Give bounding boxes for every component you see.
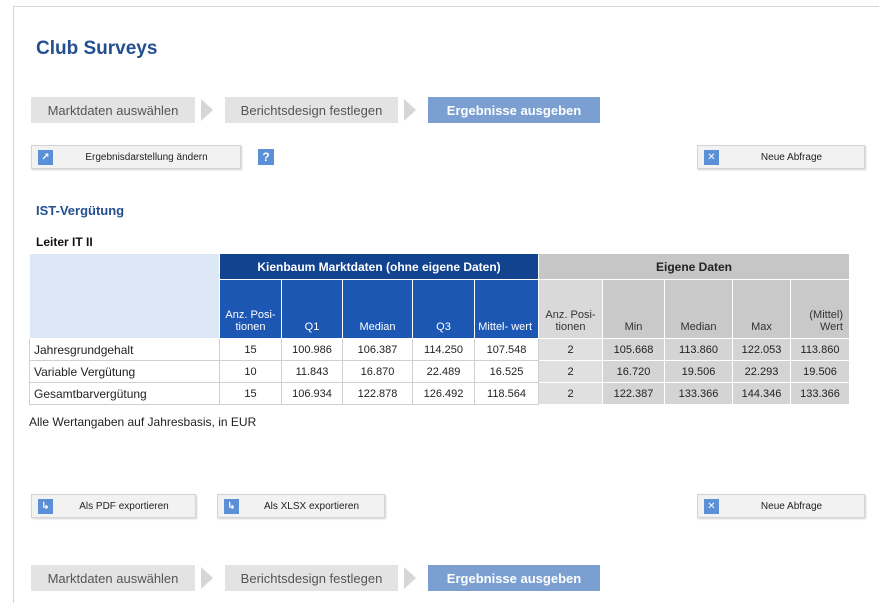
cell-value: 15 [219, 338, 282, 361]
cell-value: 106.387 [342, 338, 413, 361]
row-label: Variable Vergütung [29, 360, 220, 383]
cell-value: 2 [538, 360, 603, 383]
table-row: Variable Vergütung 10 11.843 16.870 22.4… [29, 360, 850, 383]
col-market-q1: Q1 [281, 279, 343, 339]
cell-value: 2 [538, 338, 603, 361]
row-label: Jahresgrundgehalt [29, 338, 220, 361]
results-table: Kienbaum Marktdaten (ohne eigene Daten) … [29, 253, 850, 405]
help-icon[interactable]: ? [258, 149, 274, 165]
cell-value: 15 [219, 382, 282, 405]
header-market-data: Kienbaum Marktdaten (ohne eigene Daten) [219, 253, 539, 280]
cell-value: 133.366 [664, 382, 733, 405]
cell-value: 16.525 [474, 360, 539, 383]
col-own-min: Min [602, 279, 665, 339]
col-own-positions: Anz. Posi- tionen [538, 279, 603, 339]
cell-value: 100.986 [281, 338, 343, 361]
chevron-right-icon [201, 99, 213, 121]
col-market-median: Median [342, 279, 413, 339]
new-query-label: Neue Abfrage [760, 151, 823, 163]
row-label: Gesamtbarvergütung [29, 382, 220, 405]
cell-value: 11.843 [281, 360, 343, 383]
export-icon: ↳ [224, 498, 239, 514]
header-blank [29, 253, 220, 339]
chevron-right-icon [404, 567, 416, 589]
cell-value: 114.250 [412, 338, 475, 361]
cell-value: 113.860 [790, 338, 850, 361]
step-output-results[interactable]: Ergebnisse ausgeben [428, 97, 600, 123]
step-output-results[interactable]: Ergebnisse ausgeben [428, 565, 600, 591]
cell-value: 106.934 [281, 382, 343, 405]
position-title: Leiter IT II [36, 235, 93, 249]
new-query-button-bottom[interactable]: ✕ Neue Abfrage [697, 494, 865, 518]
cell-value: 133.366 [790, 382, 850, 405]
export-xlsx-button[interactable]: ↳ Als XLSX exportieren [217, 494, 385, 518]
chevron-right-icon [201, 567, 213, 589]
step-report-design[interactable]: Berichtsdesign festlegen [225, 97, 398, 123]
export-icon: ↳ [38, 498, 53, 514]
cell-value: 19.506 [790, 360, 850, 383]
cell-value: 16.870 [342, 360, 413, 383]
table-row: Jahresgrundgehalt 15 100.986 106.387 114… [29, 338, 850, 361]
export-pdf-label: Als PDF exportieren [79, 500, 169, 512]
new-query-label: Neue Abfrage [760, 500, 823, 512]
close-icon: ✕ [704, 498, 719, 514]
cell-value: 2 [538, 382, 603, 405]
cell-value: 144.346 [732, 382, 791, 405]
cell-value: 122.878 [342, 382, 413, 405]
table-row: Gesamtbarvergütung 15 106.934 122.878 12… [29, 382, 850, 405]
export-xlsx-label: Als XLSX exportieren [263, 500, 360, 512]
cell-value: 16.720 [602, 360, 665, 383]
col-market-positions: Anz. Posi- tionen [219, 279, 282, 339]
step-select-market-data[interactable]: Marktdaten auswählen [31, 97, 195, 123]
cell-value: 19.506 [664, 360, 733, 383]
breadcrumb: Marktdaten auswählen Berichtsdesign fest… [31, 97, 600, 123]
section-title: IST-Vergütung [36, 203, 125, 218]
footnote: Alle Wertangaben auf Jahresbasis, in EUR [29, 415, 257, 429]
change-display-button[interactable]: ↗ Ergebnisdarstellung ändern [31, 145, 241, 169]
cell-value: 22.489 [412, 360, 475, 383]
expand-icon: ↗ [38, 149, 53, 165]
cell-value: 122.053 [732, 338, 791, 361]
cell-value: 122.387 [602, 382, 665, 405]
cell-value: 118.564 [474, 382, 539, 405]
close-icon: ✕ [704, 149, 719, 165]
page-title: Club Surveys [36, 38, 158, 59]
step-report-design[interactable]: Berichtsdesign festlegen [225, 565, 398, 591]
breadcrumb-bottom: Marktdaten auswählen Berichtsdesign fest… [31, 565, 600, 591]
col-market-q3: Q3 [412, 279, 475, 339]
cell-value: 22.293 [732, 360, 791, 383]
chevron-right-icon [404, 99, 416, 121]
cell-value: 10 [219, 360, 282, 383]
col-own-median: Median [664, 279, 733, 339]
col-own-max: Max [732, 279, 791, 339]
cell-value: 113.860 [664, 338, 733, 361]
cell-value: 107.548 [474, 338, 539, 361]
step-select-market-data[interactable]: Marktdaten auswählen [31, 565, 195, 591]
col-market-mean: Mittel- wert [474, 279, 539, 339]
new-query-button-top[interactable]: ✕ Neue Abfrage [697, 145, 865, 169]
change-display-label: Ergebnisdarstellung ändern [85, 151, 208, 163]
export-pdf-button[interactable]: ↳ Als PDF exportieren [31, 494, 196, 518]
col-own-mean: (Mittel) Wert [790, 279, 850, 339]
header-own-data: Eigene Daten [538, 253, 850, 280]
cell-value: 105.668 [602, 338, 665, 361]
cell-value: 126.492 [412, 382, 475, 405]
